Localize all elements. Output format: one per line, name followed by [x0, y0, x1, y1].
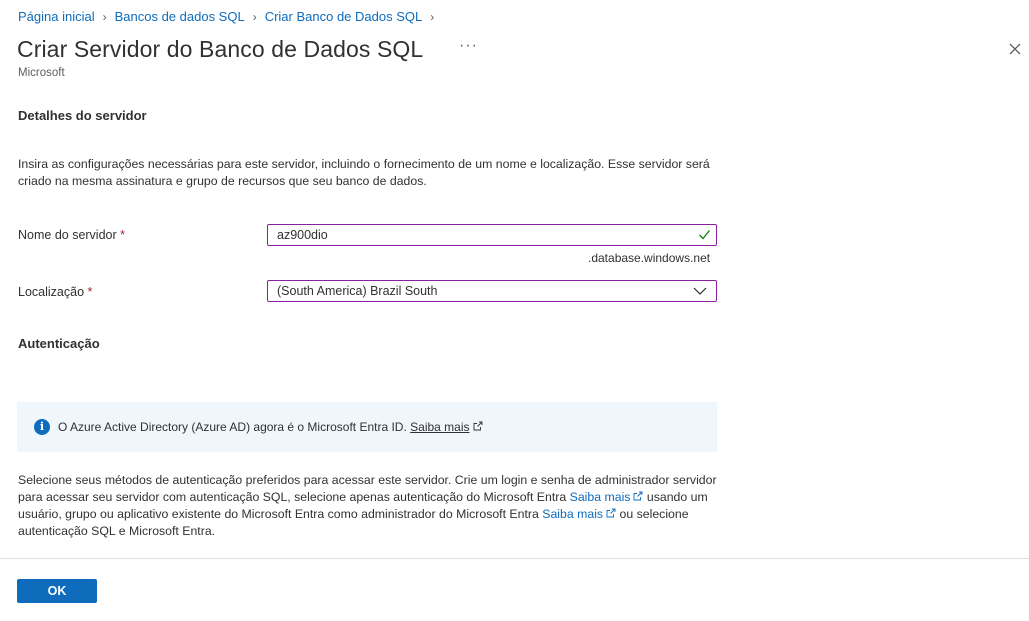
server-name-input[interactable] [267, 224, 717, 246]
external-link-icon [606, 508, 616, 518]
location-select[interactable]: (South America) Brazil South [267, 280, 717, 302]
server-name-field-wrap [267, 224, 717, 246]
authentication-heading: Autenticação [18, 336, 100, 351]
external-link-icon [634, 491, 643, 501]
chevron-right-icon: › [102, 9, 107, 24]
authentication-description: Selecione seus métodos de autenticação p… [18, 472, 728, 540]
chevron-right-icon: › [430, 9, 435, 24]
server-details-description: Insira as configurações necessárias para… [18, 157, 710, 188]
auth-learn-more-link-2[interactable]: Saiba mais [542, 507, 603, 521]
breadcrumb-create-sql-database[interactable]: Criar Banco de Dados SQL [265, 9, 423, 24]
info-message-bar: i O Azure Active Directory (Azure AD) ag… [17, 402, 717, 452]
location-label-text: Localização [18, 285, 85, 299]
info-learn-more-link[interactable]: Saiba mais [410, 420, 469, 434]
checkmark-icon [699, 230, 711, 240]
chevron-right-icon: › [252, 9, 257, 24]
info-icon: i [34, 419, 50, 435]
breadcrumb-sql-databases[interactable]: Bancos de dados SQL [115, 9, 245, 24]
info-message: O Azure Active Directory (Azure AD) agor… [58, 420, 483, 434]
chevron-down-icon [693, 287, 707, 295]
breadcrumb: Página inicial › Bancos de dados SQL › C… [18, 9, 442, 24]
info-message-text: O Azure Active Directory (Azure AD) agor… [58, 420, 407, 434]
footer-divider [0, 558, 1029, 559]
page-title: Criar Servidor do Banco de Dados SQL [17, 36, 424, 62]
external-link-icon [473, 421, 482, 431]
server-details-heading: Detalhes do servidor [18, 108, 147, 123]
ok-button[interactable]: OK [17, 579, 97, 603]
server-name-label-text: Nome do servidor [18, 228, 117, 242]
server-name-suffix: .database.windows.net [588, 251, 711, 265]
breadcrumb-home[interactable]: Página inicial [18, 9, 95, 24]
page-subtitle: Microsoft [18, 67, 65, 79]
close-icon[interactable] [1006, 40, 1024, 58]
server-name-label: Nome do servidor * [18, 228, 125, 242]
auth-learn-more-link-1[interactable]: Saiba mais [570, 490, 631, 504]
more-options-icon[interactable]: ··· [459, 37, 478, 55]
location-selected-value: (South America) Brazil South [277, 284, 438, 298]
required-marker: * [120, 228, 126, 242]
location-label: Localização * [18, 285, 92, 299]
required-marker: * [87, 285, 93, 299]
